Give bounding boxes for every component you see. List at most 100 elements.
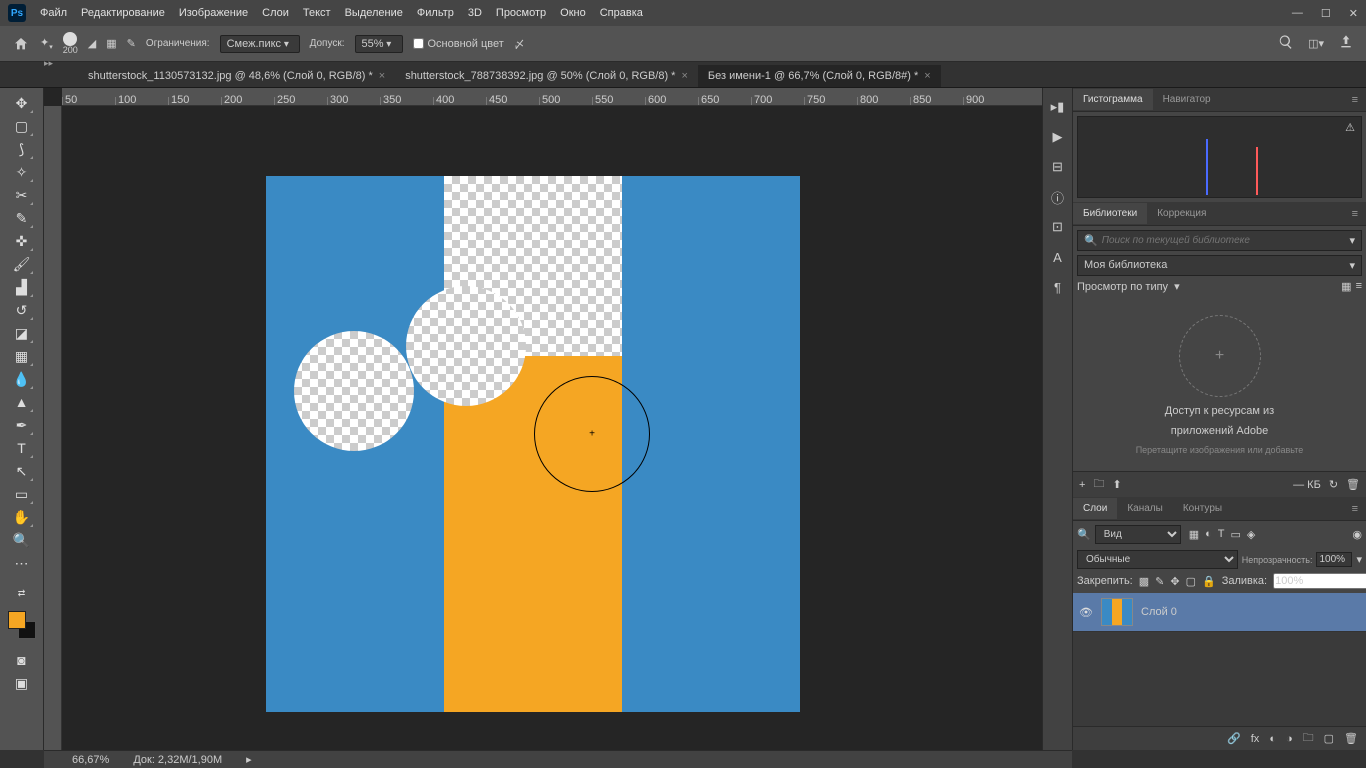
glyph-icon[interactable]: A <box>1049 248 1067 266</box>
close-tab-icon[interactable]: × <box>924 70 930 82</box>
add-asset-icon[interactable]: + <box>1179 315 1261 397</box>
layer-thumbnail[interactable] <box>1101 598 1133 626</box>
share-icon[interactable] <box>1338 34 1354 53</box>
marquee-tool[interactable]: ▢ <box>10 115 34 137</box>
visibility-icon[interactable]: 👁 <box>1079 606 1093 619</box>
filter-smart-icon[interactable]: ◈ <box>1247 528 1255 541</box>
menu-window[interactable]: Окно <box>560 7 586 19</box>
fill-input[interactable] <box>1273 573 1366 589</box>
filter-type-icon[interactable]: T <box>1218 528 1225 541</box>
delete-icon[interactable]: 🗑 <box>1344 732 1358 745</box>
brush-panel-icon[interactable]: ▦ <box>106 37 116 50</box>
pressure-icon[interactable]: 〆 <box>514 36 525 52</box>
menu-select[interactable]: Выделение <box>345 7 403 19</box>
library-search[interactable]: 🔍 ▾ <box>1077 230 1362 251</box>
screenmode-icon[interactable]: ▣ <box>10 672 34 694</box>
folder-icon[interactable]: 🗀 <box>1093 475 1104 494</box>
tab-layers[interactable]: Слои <box>1073 498 1117 519</box>
properties-icon[interactable]: ⊟ <box>1049 158 1067 176</box>
menu-view[interactable]: Просмотр <box>496 7 546 19</box>
foreground-color[interactable] <box>8 611 26 629</box>
tab-histogram[interactable]: Гистограмма <box>1073 89 1153 110</box>
filter-adjust-icon[interactable]: ◐ <box>1205 528 1212 541</box>
minimize-icon[interactable]: — <box>1292 7 1303 20</box>
swap-colors-icon[interactable]: ⇄ <box>10 582 34 604</box>
menu-filter[interactable]: Фильтр <box>417 7 454 19</box>
zoom-level[interactable]: 66,67% <box>72 754 109 766</box>
warning-icon[interactable]: ⚠ <box>1345 121 1355 134</box>
library-select[interactable]: Моя библиотека▾ <box>1077 255 1362 276</box>
fx-icon[interactable]: fx <box>1251 733 1260 745</box>
more-tools[interactable]: ⋯ <box>10 552 34 574</box>
menu-image[interactable]: Изображение <box>179 7 248 19</box>
hand-tool[interactable]: ✋ <box>10 506 34 528</box>
panel-menu-icon[interactable]: ≡ <box>1344 208 1366 220</box>
paragraph-icon[interactable]: ¶ <box>1049 278 1067 296</box>
mask-icon[interactable]: ◐ <box>1269 733 1276 745</box>
sample-icon[interactable]: ✎ <box>127 37 136 50</box>
opacity-input[interactable] <box>1316 552 1352 567</box>
stamp-tool[interactable]: ▟ <box>10 276 34 298</box>
move-tool[interactable]: ✥ <box>10 92 34 114</box>
filter-pixel-icon[interactable]: ▦ <box>1189 528 1199 541</box>
maximize-icon[interactable]: ☐ <box>1321 7 1331 20</box>
wand-tool[interactable]: ✧ <box>10 161 34 183</box>
library-search-input[interactable] <box>1102 235 1346 246</box>
trash-icon[interactable]: 🗑 <box>1346 478 1360 491</box>
workspace-icon[interactable]: ◫▾ <box>1308 37 1324 50</box>
panel-menu-icon[interactable]: ≡ <box>1344 503 1366 515</box>
new-layer-icon[interactable]: ▢ <box>1324 732 1334 745</box>
dodge-tool[interactable]: ▲ <box>10 391 34 413</box>
path-tool[interactable]: ↖ <box>10 460 34 482</box>
panel-menu-icon[interactable]: ≡ <box>1344 94 1366 106</box>
lock-position-icon[interactable]: ✥ <box>1170 575 1179 588</box>
quickmask-icon[interactable]: ◙ <box>10 649 34 671</box>
import-icon[interactable]: ⬆ <box>1112 478 1121 491</box>
history-brush-tool[interactable]: ↺ <box>10 299 34 321</box>
status-arrow-icon[interactable]: ▸ <box>246 753 252 766</box>
brush-preview[interactable]: 200 <box>63 32 78 55</box>
close-tab-icon[interactable]: × <box>681 70 687 82</box>
layer-filter-select[interactable]: Вид <box>1095 525 1181 544</box>
menu-edit[interactable]: Редактирование <box>81 7 165 19</box>
menu-3d[interactable]: 3D <box>468 7 482 19</box>
pen-tool[interactable]: ✒ <box>10 414 34 436</box>
collapse-toolbar-icon[interactable]: ▸▸ <box>44 58 53 69</box>
menu-file[interactable]: Файл <box>40 7 67 19</box>
layer-name[interactable]: Слой 0 <box>1141 606 1177 618</box>
zoom-tool[interactable]: 🔍 <box>10 529 34 551</box>
menu-layer[interactable]: Слои <box>262 7 289 19</box>
heal-tool[interactable]: ✜ <box>10 230 34 252</box>
canvas-area[interactable]: 5010015020025030035040045050055060065070… <box>44 88 1042 750</box>
menu-type[interactable]: Текст <box>303 7 331 19</box>
lock-artboard-icon[interactable]: ▢ <box>1186 575 1196 588</box>
layer-item[interactable]: 👁 Слой 0 <box>1073 593 1366 632</box>
home-icon[interactable] <box>12 35 30 53</box>
sync-icon[interactable]: ↻ <box>1329 478 1338 491</box>
doc-tab-1[interactable]: shutterstock_1130573132.jpg @ 48,6% (Сло… <box>78 65 395 87</box>
chevron-down-icon[interactable]: ▾ <box>1349 234 1355 247</box>
tool-icon[interactable]: ✦▾ <box>40 36 53 51</box>
color-swatches[interactable] <box>8 611 36 639</box>
type-tool[interactable]: T <box>10 437 34 459</box>
doc-tab-2[interactable]: shutterstock_788738392.jpg @ 50% (Слой 0… <box>395 65 698 87</box>
crop-tool[interactable]: ✂ <box>10 184 34 206</box>
doc-size[interactable]: Док: 2,32M/1,90M <box>133 754 222 766</box>
character-icon[interactable]: ⊡ <box>1049 218 1067 236</box>
actions-icon[interactable]: ▸▮ <box>1049 98 1067 116</box>
tab-navigator[interactable]: Навигатор <box>1153 89 1221 110</box>
gradient-tool[interactable]: ▦ <box>10 345 34 367</box>
brush-options-icon[interactable]: ◢ <box>88 37 96 50</box>
view-by-label[interactable]: Просмотр по типу <box>1077 281 1168 293</box>
filter-toggle[interactable]: ◉ <box>1352 528 1362 541</box>
grid-view-icon[interactable]: ▦ <box>1341 280 1351 293</box>
lock-paint-icon[interactable]: ✎ <box>1155 575 1164 588</box>
list-view-icon[interactable]: ≡ <box>1356 280 1362 293</box>
tab-adjustments[interactable]: Коррекция <box>1147 203 1216 224</box>
eyedropper-tool[interactable]: ✎ <box>10 207 34 229</box>
limits-select[interactable]: Смеж.пикс ▾ <box>220 35 300 53</box>
link-icon[interactable]: 🔗 <box>1227 732 1241 745</box>
library-dropzone[interactable]: + Доступ к ресурсам из приложений Adobe … <box>1073 299 1366 471</box>
tolerance-input[interactable]: 55% ▾ <box>355 35 403 53</box>
add-icon[interactable]: + <box>1079 479 1085 491</box>
